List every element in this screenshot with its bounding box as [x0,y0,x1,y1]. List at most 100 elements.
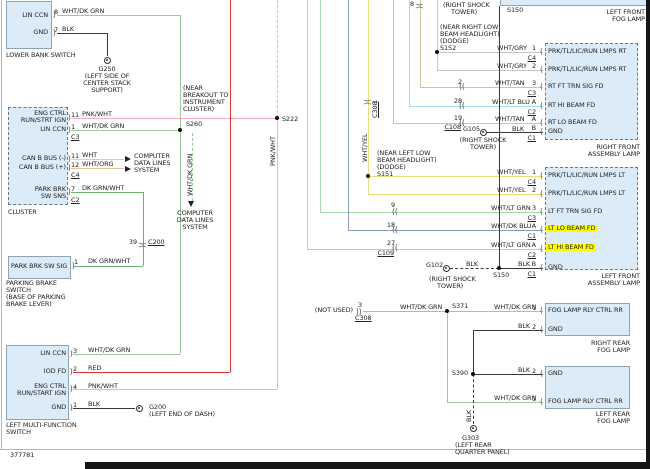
label-s371: S371 [452,303,468,310]
connector-8: ) [69,350,72,358]
label-a: A [532,99,536,106]
wire-tn-29 [393,123,543,124]
label-wht-dk-grn: WHT/DK GRN [187,154,194,196]
wire-yl-26 [368,176,543,177]
label-pnk-wht: PNK/WHT [270,136,277,166]
label-a: A [532,242,536,249]
label-a: A [532,223,536,230]
label-quarter-panel: QUARTER PANEL) [455,449,510,456]
label-cluster: CLUSTER [8,209,37,216]
label-c108: C108 [444,124,461,131]
label-tower: TOWER) [470,144,496,151]
label-red: RED [88,365,101,372]
label-c4: C4 [71,172,79,179]
right-window-bar [646,0,650,469]
label-c2: C2 [71,197,79,204]
label-c1: C1 [528,271,536,278]
splice-S222 [275,116,279,120]
connector-17: ( [539,128,542,136]
label-wht-lt-grn: WHT/LT GRN [491,242,531,249]
label-1: 1 [532,305,536,312]
label-s150: S150 [507,7,523,14]
label-c3: C3 [528,90,536,97]
label-fog-lamp: FOG LAMP [612,16,645,23]
splice-S371 [445,309,449,313]
label-prk-tl-lic-run-lmps-lt: PRK/TL/LIC/RUN LMPS LT [548,190,625,197]
wire-fr-49 [1,0,2,449]
connector-18: ( [539,172,542,180]
label-c109: C109 [377,250,394,257]
label-wht-dk-grn: WHT/DK GRN [62,8,104,15]
label-s222: S222 [282,116,298,123]
wire-g1-41 [363,311,543,312]
connector-34: )( [138,241,146,247]
label-2: 2 [458,79,462,86]
label-9: 9 [391,202,395,209]
label-can-b-bus: CAN B BUS (+) [19,164,66,171]
splice-S390 [471,372,475,376]
wire-pk-8 [277,0,278,118]
bottom-window-bar [85,462,650,469]
ground-G102 [443,265,450,272]
label-gnd: GND [548,128,563,135]
wire-rd-16 [73,372,230,373]
label-blk: BLK [518,261,530,268]
label-lt-hi-beam-fd: LT HI BEAM FD [546,244,596,251]
label-wht-dk-grn: WHT/DK GRN [88,347,130,354]
connector-24: ( [539,307,542,315]
label-blk: BLK [466,410,473,422]
wire-bk-18 [73,408,135,409]
wire-yl-25 [368,0,369,194]
label-blk: BLK [518,323,530,330]
label-blk: BLK [62,26,74,33]
label-b: B [532,125,536,132]
connector-31: (( [391,208,397,216]
splice-S151 [366,174,370,178]
label-gnd: GND [548,326,563,333]
label-3: 3 [358,302,362,309]
label-dk-grn-wht: DK GRN/WHT [82,185,124,192]
label-wht-yel: WHT/YEL [362,134,369,162]
wire-lg-20 [307,249,543,250]
label-assembly-lamp: ASSEMBLY LAMP [588,280,640,287]
label-8: 8 [410,1,414,8]
wire-rd-17 [230,0,231,372]
label-gnd: GND [51,404,66,411]
connector-5: ) [67,164,70,172]
label-s152: S152 [440,45,456,52]
arrow-right-icon [125,166,131,172]
connector-36: )( [415,2,423,8]
label-c1: C1 [528,233,536,240]
label-2: 2 [532,368,536,375]
label-run-start-ign: RUN/START IGN [17,390,66,397]
label-prk-tl-lic-run-lmps-rt: PRK/TL/LIC/RUN LMPS RT [548,66,626,73]
label-assembly-lamp: ASSEMBLY LAMP [588,151,640,158]
connector-20: ( [539,208,542,216]
label-c308: C308 [372,101,379,118]
label-18: 18 [387,222,395,229]
label-brake-lever: BRAKE LEVER) [6,301,52,308]
label-a: A [532,116,536,123]
connector-11: ) [69,404,72,412]
connector-25: ( [539,326,542,334]
label-11: 11 [71,112,79,119]
arrow-right-icon [125,156,131,162]
label-blk: BLK [88,401,100,408]
splice-S260 [178,128,182,132]
label-dk-grn-wht: DK GRN/WHT [88,258,130,265]
label-lt-lo-beam-fd: LT LO BEAM FD [546,225,597,232]
label-c3: C3 [71,134,79,141]
label-c4: C4 [528,179,536,186]
label-c308: C308 [355,315,372,322]
label-pnk-wht: PNK/WHT [82,111,112,118]
connector-16: ( [539,119,542,127]
wire-fr-48 [0,449,646,450]
label-wht-org: WHT/ORG [82,161,113,168]
label-cluster: CLUSTER) [183,106,214,113]
label-wht-gry: WHT/GRY [497,45,527,52]
lower-bank-switch [6,1,52,49]
connector-22: ( [539,245,542,253]
label-run-strt-ign: RUN/STRT IGN [21,117,66,124]
label-39: 39 [129,239,137,246]
connector-19: ( [539,190,542,198]
